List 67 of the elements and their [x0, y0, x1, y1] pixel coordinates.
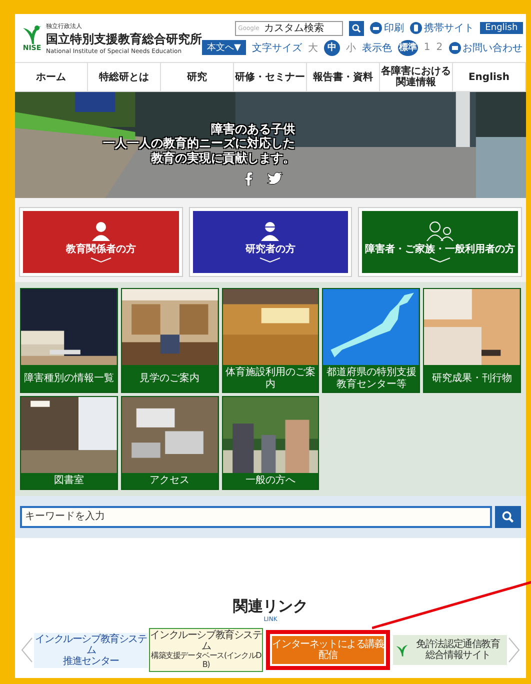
- person-icon: [92, 221, 110, 241]
- category-tile[interactable]: 都道府県の特別支援教育センター等: [322, 288, 420, 393]
- hero-tagline: 障害のある子供: [211, 122, 295, 136]
- font-size-label: 文字サイズ: [252, 42, 302, 54]
- category-tile[interactable]: 研究成果・刊行物: [423, 288, 521, 393]
- person-with-glasses-icon: [261, 221, 280, 241]
- nav-item[interactable]: 研究: [161, 63, 234, 91]
- link-banner[interactable]: インクルーシブ教育システム 推進センター: [34, 632, 148, 668]
- audience-card[interactable]: 障害者・ご家族・一般利用者の方: [359, 208, 521, 276]
- tile-label: 図書室: [52, 474, 85, 488]
- tool-link[interactable]: 印刷: [370, 21, 404, 35]
- nav-item[interactable]: 各障害における関連情報: [380, 63, 453, 91]
- tile-label: 見学のご案内: [138, 372, 201, 386]
- audience-card-label: 障害者・ご家族・一般利用者の方: [365, 242, 516, 256]
- family-icon: [426, 221, 454, 241]
- audience-card[interactable]: 研究者の方: [190, 208, 352, 276]
- search-icon: [502, 510, 514, 522]
- contact-link[interactable]: お問い合わせ: [448, 40, 523, 54]
- bird-icon[interactable]: [267, 172, 283, 185]
- nav-item[interactable]: ホーム: [15, 63, 88, 91]
- link-banner[interactable]: インクルーシブ教育システム 構築支援データベース(インクルDB): [149, 628, 263, 672]
- chevron-down-icon: [90, 257, 112, 263]
- category-tile[interactable]: 障害種別の情報一覧: [20, 288, 118, 393]
- category-tile[interactable]: 一般の方へ: [222, 396, 320, 490]
- leaf-figure-icon: [21, 24, 43, 44]
- mail-icon: [448, 42, 461, 54]
- display-color-label: 表示色: [362, 42, 392, 54]
- hero-tagline: 一人一人の教育的ニーズに対応した: [103, 136, 295, 151]
- category-tile[interactable]: 見学のご案内: [120, 288, 219, 393]
- link-banner[interactable]: 免許法認定通信教育 総合情報サイト: [393, 635, 507, 666]
- display-color-option[interactable]: 標準: [398, 40, 418, 56]
- tile-label: 研究成果・刊行物: [431, 372, 514, 386]
- tile-label: 障害種別の情報一覧: [22, 372, 115, 386]
- tile-label: 都道府県の特別支援教育センター等: [325, 366, 418, 392]
- search-button[interactable]: [495, 506, 521, 528]
- font-size-option[interactable]: 小: [346, 40, 356, 54]
- printer-icon: [370, 22, 382, 34]
- display-color-option[interactable]: 1: [424, 42, 430, 53]
- audience-card-label: 教育関係者の方: [66, 242, 136, 256]
- english-button[interactable]: English: [480, 22, 523, 34]
- chevron-down-icon: [429, 257, 452, 263]
- nav-item[interactable]: 報告書・資料: [307, 63, 380, 91]
- category-tile[interactable]: 体育施設利用のご案内: [222, 288, 320, 393]
- section-title: 関連リンク: [233, 597, 308, 616]
- font-size-option[interactable]: 大: [308, 40, 318, 54]
- nav-item[interactable]: English: [453, 63, 526, 91]
- category-tile[interactable]: アクセス: [120, 396, 219, 490]
- tile-label: 体育施設利用のご案内: [224, 366, 316, 392]
- tile-label: アクセス: [148, 474, 191, 488]
- search-icon: [352, 24, 362, 32]
- facebook-icon[interactable]: [245, 172, 253, 186]
- chevron-down-icon: [259, 257, 282, 263]
- audience-card-label: 研究者の方: [245, 242, 296, 256]
- search-button[interactable]: [349, 20, 364, 36]
- keyword-field[interactable]: キーワードを入力: [20, 506, 492, 528]
- display-color-option[interactable]: 2: [436, 42, 443, 53]
- category-tile[interactable]: 図書室: [20, 396, 118, 490]
- audience-card[interactable]: 教育関係者の方: [20, 208, 182, 276]
- font-size-option[interactable]: 中: [324, 40, 340, 56]
- org-name: 国立特別支援教育総合研究所: [46, 30, 202, 48]
- tool-link[interactable]: 携帯サイト: [410, 21, 474, 35]
- tile-label: 一般の方へ: [244, 474, 296, 488]
- skip-to-content-button[interactable]: 本文へ▼: [202, 40, 246, 55]
- hero-tagline: 教育の実現に貢献します。: [151, 150, 295, 166]
- nav-item[interactable]: 特総研とは: [88, 63, 161, 91]
- nav-item[interactable]: 研修・セミナー: [234, 63, 307, 91]
- phone-icon: [410, 22, 422, 34]
